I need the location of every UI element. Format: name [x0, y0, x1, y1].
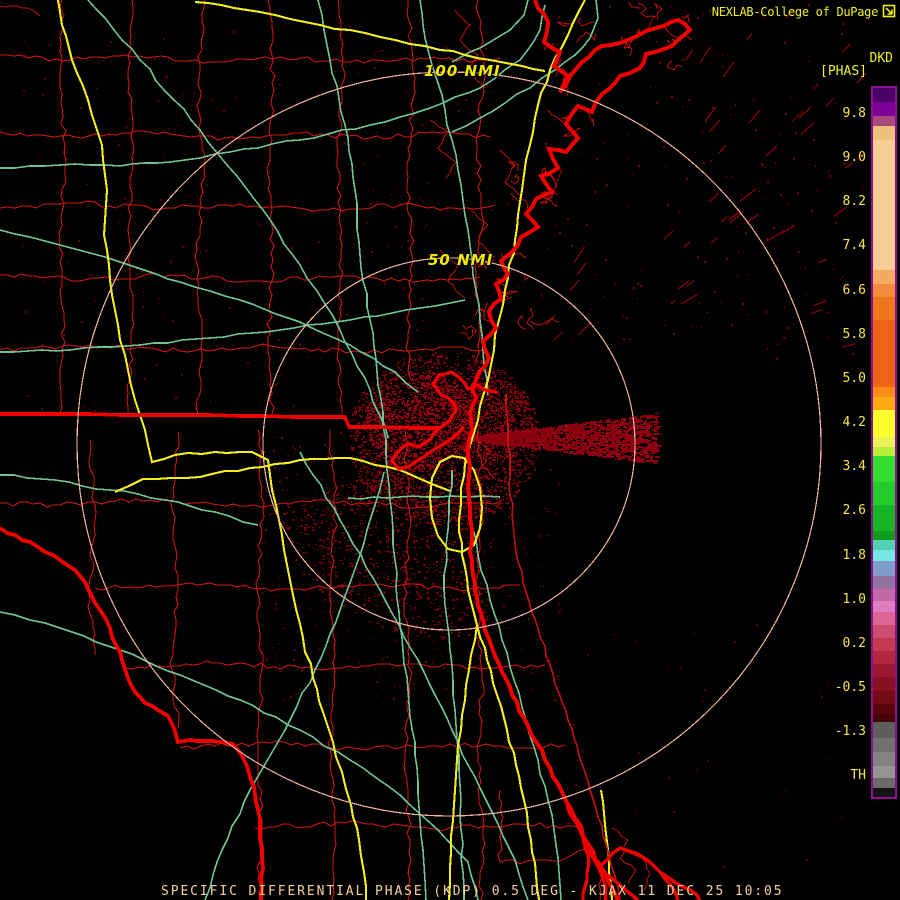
colorbar-tick-label: 8.2 — [842, 194, 866, 210]
colorbar-tick-label: 4.2 — [842, 415, 866, 431]
colorbar-segment — [873, 561, 895, 576]
colorbar-tick-label: 1.8 — [842, 547, 866, 563]
range-ring-label-50nmi: 50 NMI — [428, 251, 494, 269]
colorbar-segment — [873, 550, 895, 561]
colorbar-segment — [873, 397, 895, 410]
colorbar-segment — [873, 126, 895, 140]
product-units-label: [PHAS] — [820, 64, 867, 79]
colorbar-segment — [873, 638, 895, 651]
colorbar-segment — [873, 589, 895, 601]
colorbar-tick-label: 3.4 — [842, 459, 866, 475]
colorbar-segment — [873, 714, 895, 722]
colorbar-segment — [873, 102, 895, 116]
colorbar-segment — [873, 788, 895, 797]
radar-viewer: NEXLAB-College of DuPage DKD [PHAS] 100 … — [0, 0, 900, 900]
colorbar-segment — [873, 664, 895, 677]
colorbar-tick-label: -1.3 — [834, 724, 866, 740]
colorbar-segment — [873, 766, 895, 778]
colorbar-segment — [873, 270, 895, 284]
colorbar-segment — [873, 576, 895, 589]
product-caption: SPECIFIC DIFFERENTIAL PHASE (KDP) 0.5 DE… — [161, 884, 784, 899]
colorbar-segment — [873, 612, 895, 625]
colorbar-segment — [873, 651, 895, 664]
colorbar-segment — [873, 752, 895, 766]
colorbar-segment — [873, 722, 895, 738]
colorbar-tick-label: 1.0 — [842, 591, 866, 607]
colorbar-segment — [873, 320, 895, 387]
external-link-icon[interactable] — [882, 4, 896, 18]
colorbar-segment — [873, 540, 895, 550]
colorbar-tick-label: 6.6 — [842, 282, 866, 298]
colorbar-segment — [873, 505, 895, 531]
colorbar-segment — [873, 284, 895, 297]
colorbar-tick-label: TH — [850, 768, 866, 784]
colorbar-segment — [873, 447, 895, 456]
colorbar-segment — [873, 738, 895, 752]
colorbar-tick-label: 9.0 — [842, 150, 866, 166]
colorbar-segment — [873, 601, 895, 612]
colorbar-segment — [873, 297, 895, 320]
map-image — [0, 0, 867, 900]
colorbar-tick-label: 2.6 — [842, 503, 866, 519]
colorbar-segment — [873, 531, 895, 540]
colorbar-segment — [873, 116, 895, 126]
colorbar-tick-label: 9.8 — [842, 106, 866, 121]
colorbar-tick-label: 7.4 — [842, 238, 866, 254]
colorbar-tick-label: 5.0 — [842, 370, 866, 386]
colorbar-segment — [873, 410, 895, 437]
colorbar-segment — [873, 778, 895, 788]
colorbar-segment — [873, 482, 895, 505]
colorbar-tick-label: -0.5 — [834, 679, 866, 695]
colorbar-segment — [873, 88, 895, 102]
colorbar-segment — [873, 140, 895, 270]
attribution-link[interactable]: NEXLAB-College of DuPage — [712, 5, 879, 19]
colorbar-segment — [873, 677, 895, 691]
colorbar-segment — [873, 437, 895, 447]
product-code-label: DKD — [869, 51, 893, 66]
colorbar-segment — [873, 456, 895, 482]
colorbar-legend — [871, 86, 897, 799]
colorbar-segment — [873, 387, 895, 397]
colorbar-tick-label: 5.8 — [842, 326, 866, 342]
colorbar-segment — [873, 625, 895, 638]
range-ring-label-100nmi: 100 NMI — [424, 62, 501, 80]
colorbar-tick-label: 0.2 — [842, 635, 866, 651]
colorbar-segment — [873, 691, 895, 704]
colorbar-segment — [873, 704, 895, 714]
